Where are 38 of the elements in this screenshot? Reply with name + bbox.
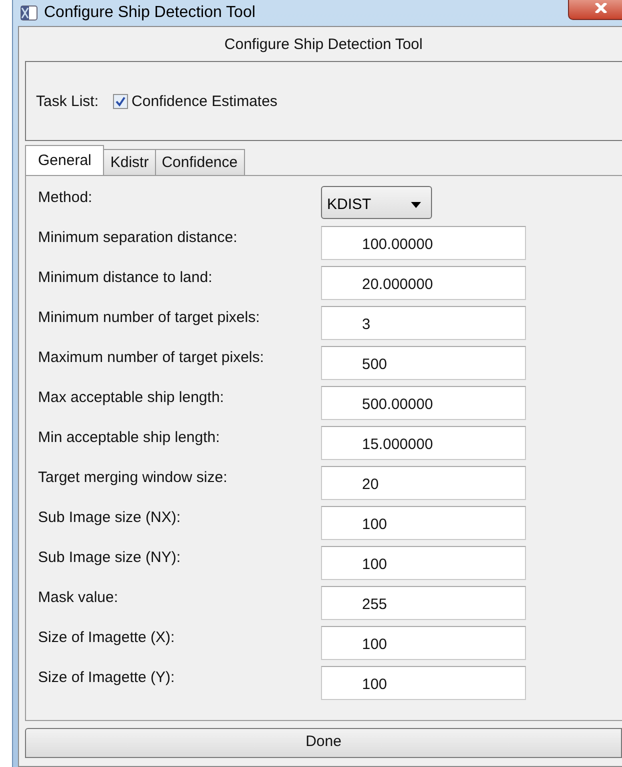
field-label: Target merging window size:	[38, 468, 228, 486]
input-field[interactable]: 20	[321, 466, 526, 500]
checkbox-box[interactable]	[112, 94, 128, 108]
field-label: Size of Imagette (Y):	[38, 668, 176, 686]
input-field[interactable]: 20.000000	[321, 266, 526, 300]
window-title: Configure Ship Detection Tool	[44, 4, 256, 22]
field-label: Minimum distance to land:	[38, 268, 214, 286]
close-icon	[594, 3, 608, 13]
field-label: Maximum number of target pixels:	[38, 348, 265, 366]
field-label: Minimum number of target pixels:	[38, 308, 261, 326]
field-label: Max acceptable ship length:	[38, 388, 225, 406]
field-label: Method:	[38, 188, 94, 206]
input-field[interactable]: 100	[321, 666, 526, 700]
input-field[interactable]: 100	[321, 626, 526, 660]
caret-icon	[411, 202, 421, 208]
input-field[interactable]: 500.00000	[321, 386, 526, 420]
task-list-label: Task List:	[36, 92, 99, 110]
tab[interactable]: Confidence	[154, 149, 245, 175]
input-field[interactable]: 500	[321, 346, 526, 380]
tab[interactable]: Kdistr	[103, 149, 156, 175]
panel-title: Configure Ship Detection Tool	[223, 35, 424, 55]
field-label: Sub Image size (NX):	[38, 508, 182, 526]
input-field[interactable]: 15.000000	[321, 426, 526, 460]
input-field[interactable]: 100	[321, 506, 526, 540]
done-button[interactable]: Done	[25, 728, 622, 758]
input-field[interactable]: 255	[321, 586, 526, 620]
input-field[interactable]: 100	[321, 546, 526, 580]
field-label: Mask value:	[38, 588, 120, 606]
tab[interactable]: General	[25, 145, 104, 175]
field-label: Min acceptable ship length:	[38, 428, 221, 446]
field-label: Size of Imagette (X):	[38, 628, 176, 646]
checkmark-icon	[114, 96, 126, 106]
field-label: Minimum separation distance:	[38, 228, 238, 246]
method-dropdown[interactable]: KDIST	[321, 186, 432, 219]
input-field[interactable]: 3	[321, 306, 526, 340]
input-field[interactable]: 100.00000	[321, 226, 526, 260]
app-icon	[20, 5, 38, 21]
field-label: Sub Image size (NY):	[38, 548, 182, 566]
